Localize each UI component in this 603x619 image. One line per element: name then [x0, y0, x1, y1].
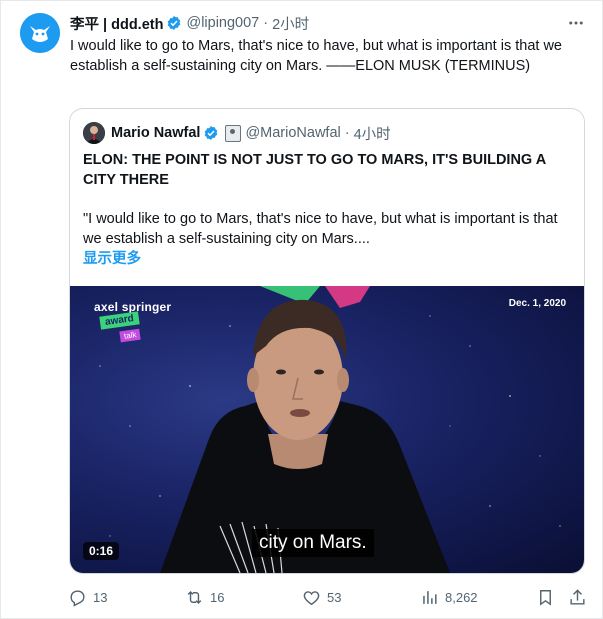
person-avatar-icon: [83, 122, 105, 144]
cat-logo-icon: [20, 13, 60, 53]
quoted-timestamp[interactable]: 4小时: [354, 123, 391, 144]
quoted-title: ELON: THE POINT IS NOT JUST TO GO TO MAR…: [83, 152, 546, 188]
bookmark-icon: [540, 589, 551, 606]
video-date-label: Dec. 1, 2020: [508, 298, 566, 309]
bookmark-button[interactable]: [536, 586, 561, 608]
video-duration: 0:16: [83, 542, 120, 560]
quoted-author-name[interactable]: Mario Nawfal: [111, 125, 200, 141]
repost-icon: [187, 590, 202, 604]
timestamp[interactable]: 2小时: [272, 13, 309, 34]
quoted-avatar[interactable]: [83, 122, 105, 144]
verified-badge-icon: [168, 16, 181, 30]
more-options-button[interactable]: [566, 13, 586, 33]
views-button[interactable]: 8,262: [420, 586, 478, 608]
heart-icon: [303, 590, 320, 605]
views-chart-icon: [423, 590, 437, 604]
reply-count: 13: [93, 589, 108, 605]
quoted-text: "I would like to go to Mars, that's nice…: [83, 211, 558, 247]
views-count: 8,262: [445, 589, 478, 605]
tweet-text: I would like to go to Mars, that's nice …: [70, 38, 562, 74]
video-subtitle: city on Mars.: [252, 529, 374, 557]
author-name[interactable]: 李平 | ddd.eth: [70, 13, 163, 34]
reply-button[interactable]: 13: [68, 586, 107, 608]
affiliate-badge-icon: [225, 124, 242, 142]
repost-count: 16: [210, 589, 225, 605]
avatar[interactable]: [20, 13, 60, 53]
share-button[interactable]: [568, 586, 593, 608]
like-button[interactable]: 53: [302, 586, 341, 608]
quoted-tweet[interactable]: Mario Nawfal @MarioNawfal · 4小时 ELON: TH…: [69, 108, 585, 574]
repost-button[interactable]: 16: [185, 586, 224, 608]
reply-icon: [70, 589, 85, 607]
action-bar: 13 16 53 8,262: [68, 586, 588, 608]
ellipsis-icon: [569, 21, 583, 25]
separator-dot: ·: [344, 125, 350, 141]
like-count: 53: [327, 589, 342, 605]
verified-badge-icon: [205, 126, 218, 140]
show-more-link[interactable]: 显示更多: [83, 249, 141, 269]
tweet-card[interactable]: 李平 | ddd.eth @liping007 · 2小时 I would li…: [0, 0, 603, 619]
author-handle[interactable]: @liping007: [186, 15, 259, 31]
share-icon: [570, 588, 585, 605]
quoted-author-handle[interactable]: @MarioNawfal: [245, 125, 340, 141]
video-player[interactable]: axel springer award talk Dec. 1, 2020 ci…: [70, 286, 584, 573]
separator-dot: ·: [263, 15, 269, 31]
tweet-header: 李平 | ddd.eth @liping007 · 2小时: [70, 13, 309, 33]
quoted-header: Mario Nawfal @MarioNawfal · 4小时: [111, 122, 391, 144]
